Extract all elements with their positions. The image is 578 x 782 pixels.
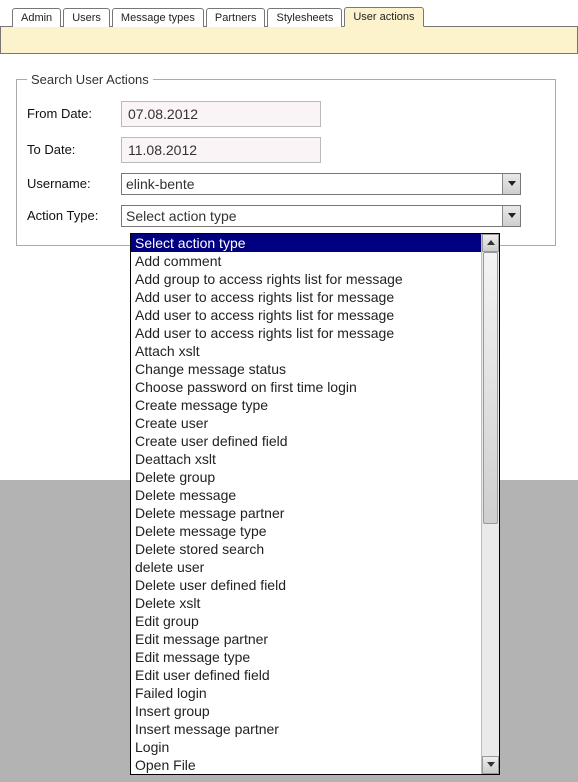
tab-bar: AdminUsersMessage typesPartnersStyleshee… [0,0,578,26]
dropdown-arrow-icon [502,174,520,194]
from-date-input[interactable] [121,101,321,127]
username-label: Username: [27,176,121,192]
dropdown-option[interactable]: Insert group [131,702,481,720]
scrollbar[interactable] [481,234,499,774]
dropdown-option[interactable]: Edit group [131,612,481,630]
dropdown-option[interactable]: Create user [131,414,481,432]
dropdown-option[interactable]: Delete user defined field [131,576,481,594]
dropdown-option[interactable]: Edit message partner [131,630,481,648]
dropdown-option[interactable]: Delete message [131,486,481,504]
username-select[interactable]: elink-bente [121,173,521,195]
dropdown-option[interactable]: Add user to access rights list for messa… [131,288,481,306]
action-type-dropdown-list[interactable]: Select action typeAdd commentAdd group t… [130,233,500,775]
tab-admin[interactable]: Admin [12,8,61,27]
scroll-thumb[interactable] [483,252,498,524]
username-selected-value: elink-bente [122,176,195,192]
dropdown-option[interactable]: Create message type [131,396,481,414]
fieldset-legend: Search User Actions [27,72,153,87]
to-date-label: To Date: [27,142,121,158]
dropdown-option[interactable]: Add group to access rights list for mess… [131,270,481,288]
dropdown-option[interactable]: Change message status [131,360,481,378]
search-user-actions-fieldset: Search User Actions From Date: To Date: … [16,72,556,246]
tab-user-actions[interactable]: User actions [344,7,423,27]
dropdown-option[interactable]: Edit message type [131,648,481,666]
dropdown-option[interactable]: Delete stored search [131,540,481,558]
dropdown-option[interactable]: Add user to access rights list for messa… [131,324,481,342]
dropdown-option[interactable]: Attach xslt [131,342,481,360]
tab-users[interactable]: Users [63,8,110,27]
dropdown-option[interactable]: Insert message partner [131,720,481,738]
dropdown-option[interactable]: Add user to access rights list for messa… [131,306,481,324]
dropdown-option[interactable]: Delete message type [131,522,481,540]
tab-stylesheets[interactable]: Stylesheets [267,8,342,27]
tab-message-types[interactable]: Message types [112,8,204,27]
action-type-label: Action Type: [27,208,121,224]
dropdown-option[interactable]: Add comment [131,252,481,270]
dropdown-option[interactable]: Delete message partner [131,504,481,522]
action-type-selected-value: Select action type [122,208,237,224]
dropdown-option[interactable]: Select action type [131,234,481,252]
dropdown-option[interactable]: Failed login [131,684,481,702]
dropdown-option[interactable]: Delete group [131,468,481,486]
from-date-label: From Date: [27,106,121,122]
scroll-down-icon[interactable] [482,756,499,774]
scroll-track[interactable] [482,252,499,756]
dropdown-option[interactable]: Delete xslt [131,594,481,612]
tab-partners[interactable]: Partners [206,8,266,27]
tab-strip [0,26,578,54]
dropdown-option[interactable]: Create user defined field [131,432,481,450]
dropdown-option[interactable]: Deattach xslt [131,450,481,468]
dropdown-option[interactable]: Edit user defined field [131,666,481,684]
dropdown-option[interactable]: Login [131,738,481,756]
dropdown-option[interactable]: Open File [131,756,481,774]
action-type-select[interactable]: Select action type [121,205,521,227]
dropdown-option[interactable]: Choose password on first time login [131,378,481,396]
scroll-up-icon[interactable] [482,234,499,252]
dropdown-option[interactable]: delete user [131,558,481,576]
to-date-input[interactable] [121,137,321,163]
dropdown-arrow-icon [502,206,520,226]
